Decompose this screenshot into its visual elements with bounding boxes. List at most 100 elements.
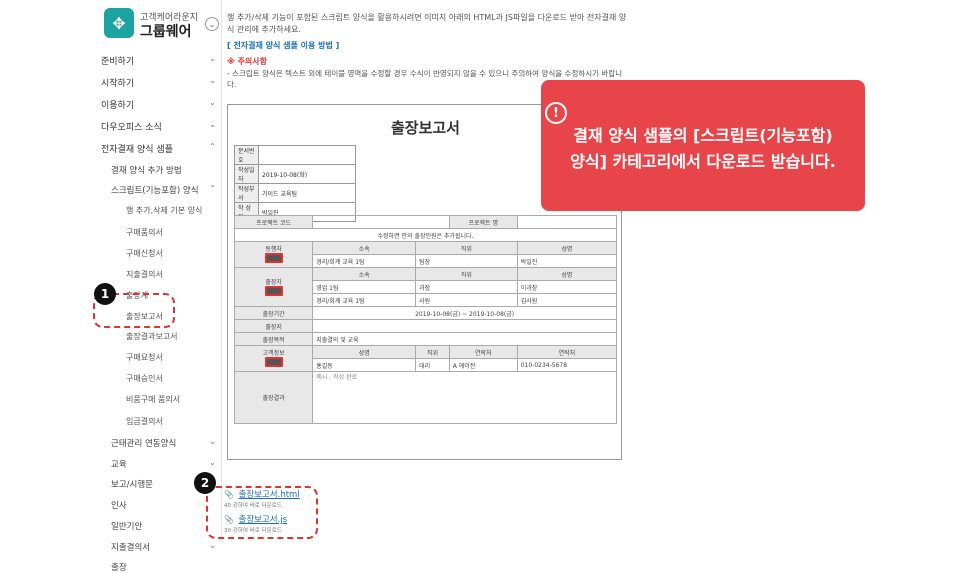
sidebar-item[interactable]: 지출결의서 — [126, 269, 163, 280]
sidebar-item[interactable]: 일반기안 — [111, 520, 142, 532]
document-info-table: 문서번호 작성일자2019-10-08(화) 작성부서가이드 교육팀 작 성 자… — [234, 145, 356, 222]
sidebar-item[interactable]: 출장결과보고서 — [126, 331, 178, 342]
chevron-icon[interactable]: ⌃ — [209, 184, 216, 193]
traveler-affil[interactable]: 경리/회계 교육 1팀 — [312, 293, 417, 307]
step-badge-1: 1 — [94, 283, 116, 305]
sidebar-item[interactable]: 근태관리 연동양식 — [111, 437, 176, 449]
sidebar-item-label: 출장결과보고서 — [126, 332, 178, 341]
col-name: 성명 — [516, 241, 618, 255]
period-field[interactable]: 2019-10-08(금) ~ 2019-10-08(금) — [312, 306, 617, 320]
sidebar-item-label: 준비하기 — [101, 57, 135, 67]
sidebar-item[interactable]: 비품구매 품의서 — [126, 394, 180, 405]
sidebar-item[interactable]: 출장 — [111, 561, 127, 573]
sidebar-item[interactable]: 시작하기 — [101, 76, 134, 89]
info-key: 작성부서 — [234, 183, 259, 203]
trip-form-table: 프로젝트 코드 프로젝트 명 수정하면 안의 출장인원은 추가됩니다. 동행자 … — [233, 215, 618, 424]
companions-label: 동행자 — [265, 246, 282, 253]
client-col-name: 성명 — [312, 345, 417, 359]
sidebar-item[interactable]: 교육 — [111, 458, 127, 470]
sidebar-item-label: 행 추가,삭제 기본 양식 — [126, 206, 203, 215]
sidebar-item[interactable]: 보고/시행문 — [111, 478, 153, 490]
sidebar-item[interactable]: 이용하기 — [101, 98, 134, 111]
companions-row-header: 동행자 — [233, 241, 314, 268]
logo-title[interactable]: 그룹웨어 — [140, 21, 192, 41]
chevron-icon[interactable]: ⌄ — [209, 437, 216, 446]
add-row-icon[interactable] — [264, 357, 283, 367]
chevron-icon[interactable]: ⌄ — [209, 54, 216, 63]
clients-row-header: 고객정보 — [233, 345, 314, 372]
chevron-icon[interactable]: ⌃ — [209, 142, 216, 151]
purpose-field[interactable]: 지출결의 및 교육 — [312, 332, 617, 346]
sidebar-item[interactable]: 준비하기 — [101, 54, 134, 67]
sidebar-item-label: 비품구매 품의서 — [126, 395, 181, 404]
col-affil: 소속 — [312, 241, 417, 255]
sidebar-item[interactable]: 인사 — [111, 499, 127, 511]
sidebar-item-label: 시작하기 — [101, 79, 135, 89]
sidebar-item[interactable]: 행 추가,삭제 기본 양식 — [126, 205, 202, 216]
sidebar-item-label: 입금결의서 — [126, 417, 163, 426]
howto-link[interactable]: [ 전자결재 양식 샘플 이용 방법 ] — [227, 40, 339, 51]
period-to[interactable]: 2019-10-08(금) — [469, 311, 514, 318]
sidebar-item-label: 스크립트(기능포함) 양식 — [111, 186, 199, 196]
sidebar-item-label: 인사 — [111, 501, 127, 511]
client-phone[interactable]: 010-0234-5678 — [516, 358, 618, 372]
sidebar-item-label: 근태관리 연동양식 — [111, 439, 177, 449]
travelers-row-header: 출장자 — [233, 267, 314, 307]
project-code-field[interactable] — [312, 215, 450, 229]
highlight-attachments — [206, 486, 318, 539]
sidebar-item[interactable]: 스크립트(기능포함) 양식 — [111, 184, 199, 196]
traveler-title[interactable]: 과장 — [415, 280, 518, 294]
client-name[interactable]: 홍길동 — [312, 358, 417, 372]
result-field[interactable]: 예시 : 작성 완료 — [312, 371, 617, 424]
place-field[interactable] — [312, 319, 617, 333]
sidebar-item[interactable]: 결재 양식 추가 방법 — [111, 164, 182, 176]
chevron-icon[interactable]: ⌄ — [209, 541, 216, 550]
sidebar-item[interactable]: 구매품의서 — [126, 227, 163, 238]
sidebar-item-label: 이용하기 — [101, 101, 135, 111]
companion-title[interactable]: 팀장 — [415, 254, 518, 268]
client-title[interactable]: 대리 — [415, 358, 450, 372]
client-col-title: 직위 — [415, 345, 450, 359]
groupware-logo-icon[interactable]: ✥ — [104, 8, 134, 38]
sidebar-item[interactable]: 구매승인서 — [126, 373, 163, 384]
sidebar-item[interactable]: 전자결재 양식 샘플 — [101, 142, 173, 155]
collapse-sidebar-chevron-icon[interactable]: ⌄ — [205, 17, 219, 31]
alert-icon: ! — [545, 102, 567, 124]
col-title: 직위 — [415, 267, 518, 281]
period-label: 출장기간 — [233, 306, 314, 320]
info-key: 작성일자 — [234, 164, 259, 184]
sidebar-item-label: 교육 — [111, 460, 127, 470]
place-label: 출장지 — [233, 319, 314, 333]
sidebar-item-label: 구매신청서 — [126, 249, 163, 258]
sidebar-item-label: 전자결재 양식 샘플 — [101, 145, 173, 155]
sidebar-item[interactable]: 다우오피스 소식 — [101, 120, 162, 133]
sidebar-item[interactable]: 구매요청서 — [126, 352, 163, 363]
sidebar-item-label: 다우오피스 소식 — [101, 123, 162, 133]
traveler-name[interactable]: 김사원 — [516, 293, 618, 307]
traveler-affil[interactable]: 영업 1팀 — [312, 280, 417, 294]
callout-line-2: 양식] 카테고리에서 다운로드 받습니다. — [570, 152, 836, 171]
period-from[interactable]: 2019-10-08(금) — [415, 311, 460, 318]
chevron-icon[interactable]: ⌄ — [209, 76, 216, 85]
traveler-title[interactable]: 사원 — [415, 293, 518, 307]
chevron-icon[interactable]: ⌄ — [209, 98, 216, 107]
period-separator: ~ — [462, 310, 468, 318]
sidebar-item-label: 일반기안 — [111, 522, 143, 532]
client-company[interactable]: A 에이전 — [448, 358, 518, 372]
sidebar-item[interactable]: 구매신청서 — [126, 248, 163, 259]
add-row-icon[interactable] — [264, 253, 283, 263]
callout-line-1: 결재 양식 샘플의 [스크립트(기능포함) — [573, 126, 833, 145]
project-name-field[interactable] — [516, 215, 618, 229]
sidebar-item[interactable]: 입금결의서 — [126, 416, 163, 427]
traveler-name[interactable]: 이과장 — [516, 280, 618, 294]
chevron-icon[interactable]: ⌄ — [209, 120, 216, 129]
step-badge-2: 2 — [194, 472, 216, 494]
chevron-icon[interactable]: ⌄ — [209, 458, 216, 467]
caution-title: ※ 주의사항 — [227, 57, 268, 66]
sidebar-item-label: 결재 양식 추가 방법 — [111, 166, 182, 176]
purpose-label: 출장목적 — [233, 332, 314, 346]
companion-affil[interactable]: 경리/회계 교육 1팀 — [312, 254, 417, 268]
companion-name[interactable]: 박일진 — [516, 254, 618, 268]
add-row-icon[interactable] — [264, 285, 283, 296]
sidebar-item-label: 보고/시행문 — [111, 480, 153, 490]
